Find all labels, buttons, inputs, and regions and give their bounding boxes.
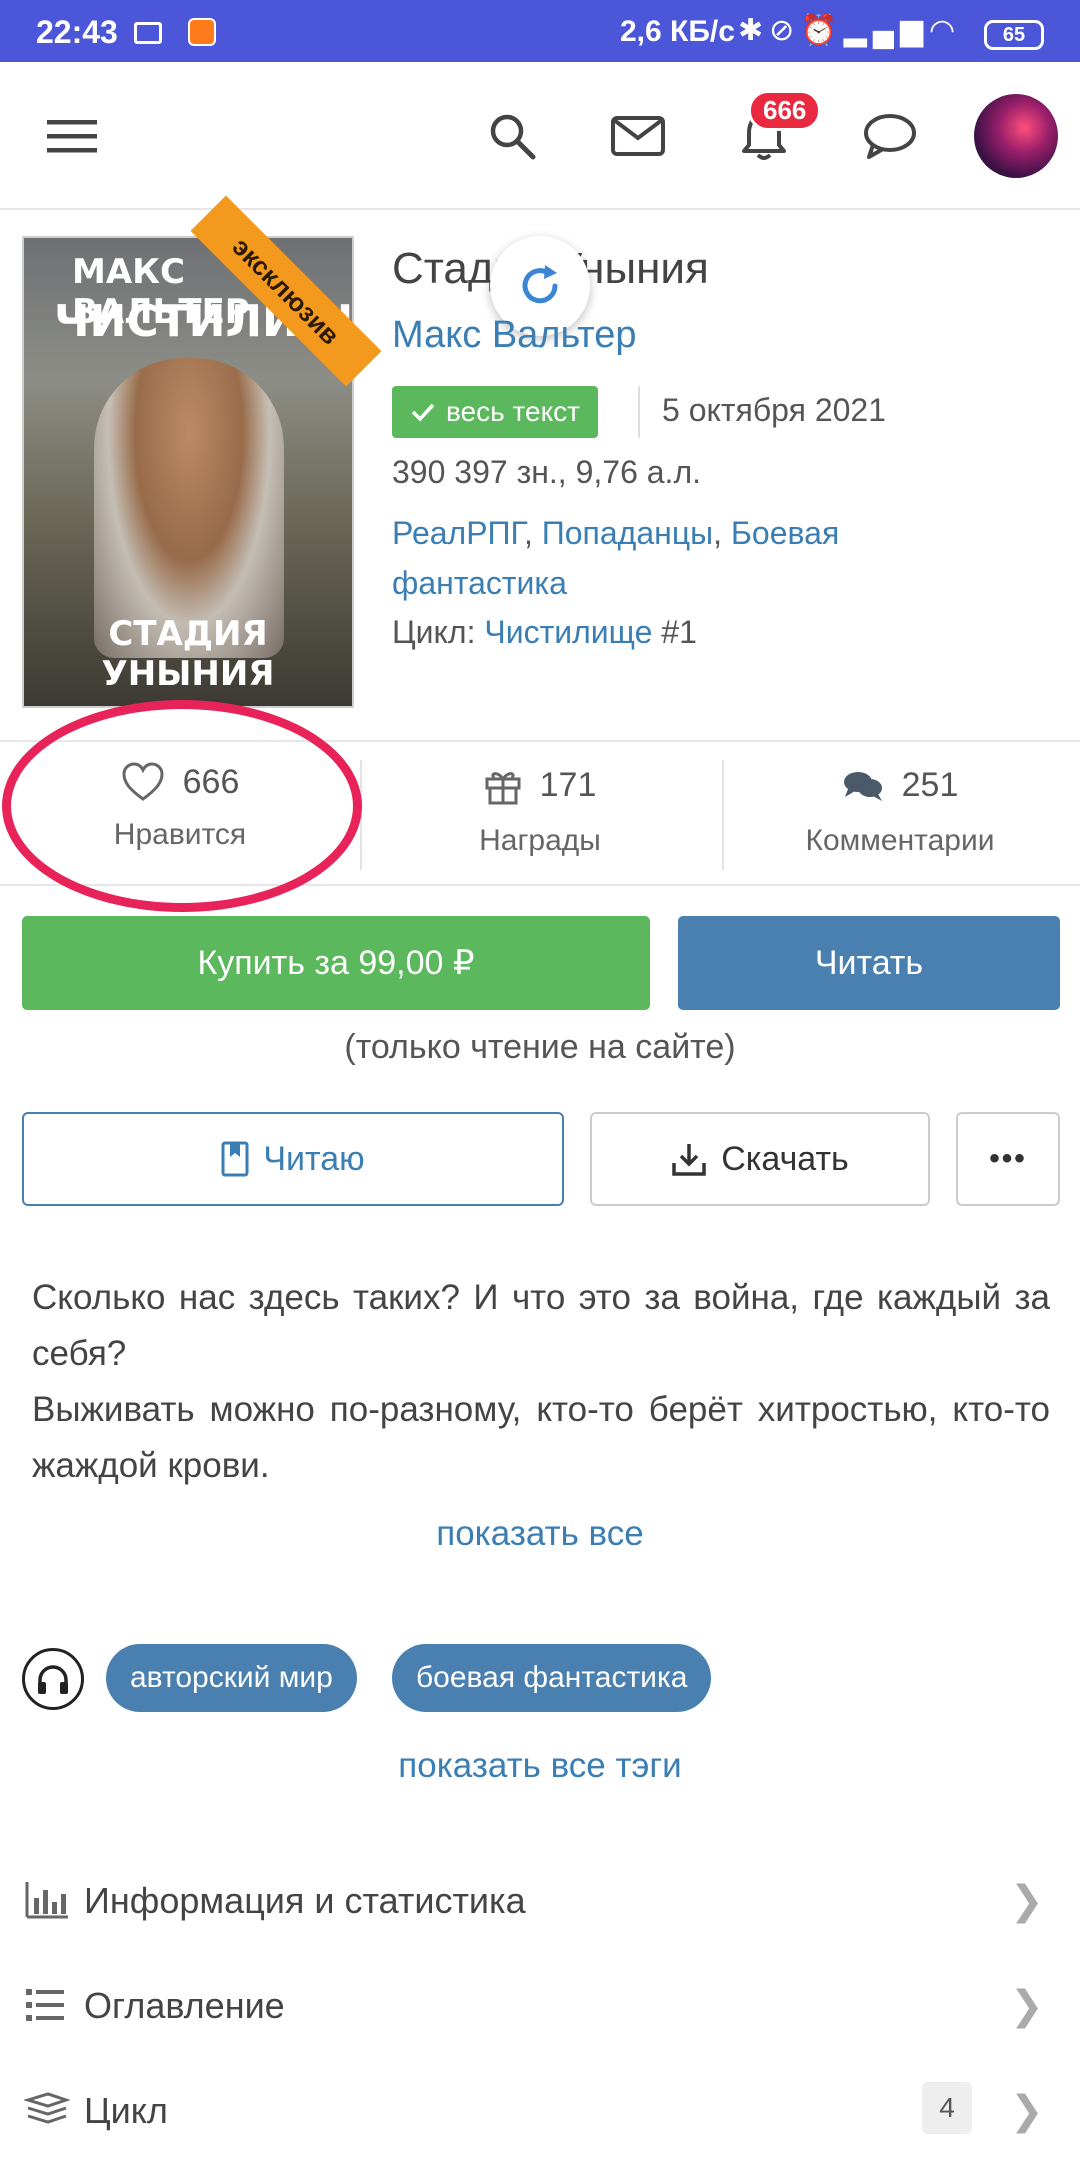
awards-label: Награды <box>479 824 601 857</box>
genre-link[interactable]: Попаданцы <box>542 515 713 551</box>
user-avatar[interactable] <box>974 94 1058 178</box>
mail-icon <box>611 116 665 156</box>
network-speed: 2,6 КБ/с <box>620 15 735 48</box>
screen-cast-icon <box>134 22 162 44</box>
download-button[interactable]: Скачать <box>590 1112 930 1206</box>
cycle-number: #1 <box>661 614 697 650</box>
status-time: 22:43 <box>36 14 118 50</box>
highlight-circle <box>2 700 362 912</box>
hamburger-icon <box>47 120 97 153</box>
check-icon <box>411 403 435 422</box>
status-icons: ✱⊘⏰▂▄▆◠ <box>738 13 961 48</box>
menu-button[interactable] <box>32 96 112 176</box>
cycle-row[interactable]: Цикл 4 ❯ <box>0 2060 1080 2160</box>
show-all-link[interactable]: показать все <box>0 1514 1080 1554</box>
cycle-row-label: Цикл <box>84 2090 168 2131</box>
awards-count: 171 <box>539 766 597 804</box>
chevron-right-icon: ❯ <box>1010 1879 1044 1923</box>
divider <box>638 386 640 438</box>
books-stack-icon <box>24 2092 70 2124</box>
headphones-icon <box>38 1665 68 1694</box>
cover-subtitle-text: СТАДИЯ УНЫНИЯ <box>101 614 275 694</box>
contents-row[interactable]: Оглавление ❯ <box>0 1955 1080 2055</box>
cover-illustration <box>94 358 284 658</box>
full-text-tag: весь текст <box>392 386 598 438</box>
comments-label: Комментарии <box>805 824 995 857</box>
comments-count: 251 <box>901 766 959 804</box>
wifi-icon: ◠ <box>929 14 962 47</box>
list-icon <box>26 1989 64 2021</box>
awards-stat[interactable]: 171 Награды <box>360 742 720 888</box>
contents-label: Оглавление <box>84 1985 285 2026</box>
more-options-button[interactable]: ••• <box>956 1112 1060 1206</box>
read-button[interactable]: Читать <box>678 916 1060 1010</box>
genre-link[interactable]: РеалРПГ <box>392 515 524 551</box>
comments-stat[interactable]: 251 Комментарии <box>720 742 1080 888</box>
book-annotation: Сколько нас здесь таких? И что это за во… <box>32 1270 1050 1494</box>
publish-date: 5 октября 2021 <box>662 392 886 428</box>
tag-chip[interactable]: боевая фантастика <box>392 1644 712 1712</box>
refresh-icon <box>522 265 558 304</box>
genres-list: РеалРПГ, Попаданцы, Боевая фантастика <box>392 515 840 601</box>
silent-icon: ⊘ <box>769 14 801 47</box>
cycle-info: Цикл: Чистилище #1 <box>392 614 697 651</box>
battery-indicator: 65 <box>984 20 1044 50</box>
bluetooth-icon: ✱ <box>738 14 770 47</box>
reading-button[interactable]: Читаю <box>22 1112 564 1206</box>
app-notification-icon <box>188 18 216 46</box>
notifications-badge: 666 <box>748 90 822 131</box>
download-icon <box>672 1144 706 1176</box>
annotation-paragraph: Сколько нас здесь таких? И что это за во… <box>32 1278 1050 1373</box>
gift-icon <box>485 771 521 804</box>
tag-chip[interactable]: авторский мир <box>106 1644 357 1712</box>
author-link[interactable]: Макс Вальтер <box>392 314 637 357</box>
alarm-icon: ⏰ <box>800 14 844 47</box>
cycle-count-badge: 4 <box>922 2082 972 2134</box>
bar-chart-icon <box>25 1882 68 1919</box>
chat-bubble-icon <box>864 114 916 159</box>
full-text-label: весь текст <box>446 396 580 427</box>
cycle-label: Цикл: <box>392 614 476 650</box>
signal-icon: ▂▄▆ <box>843 14 930 47</box>
annotation-paragraph: Выживать можно по-разному, кто-то берёт … <box>32 1390 1050 1485</box>
download-label: Скачать <box>721 1139 849 1178</box>
info-stats-row[interactable]: Информация и статистика ❯ <box>0 1850 1080 1950</box>
book-size: 390 397 зн., 9,76 а.л. <box>392 454 701 490</box>
search-button[interactable] <box>472 96 552 176</box>
reading-label: Читаю <box>263 1139 365 1178</box>
bookmark-book-icon <box>221 1141 249 1177</box>
top-app-bar: 666 <box>0 62 1080 210</box>
status-bar: 22:43 2,6 КБ/с ✱⊘⏰▂▄▆◠ 65 <box>0 0 1080 62</box>
chat-button[interactable] <box>850 96 930 176</box>
messages-button[interactable] <box>598 96 678 176</box>
chevron-right-icon: ❯ <box>1010 1984 1044 2028</box>
reading-note: (только чтение на сайте) <box>344 1028 736 1066</box>
buy-button[interactable]: Купить за 99,00 ₽ <box>22 916 650 1010</box>
audiobook-button[interactable] <box>22 1648 84 1710</box>
comments-icon <box>843 771 882 801</box>
show-all-tags-link[interactable]: показать все тэги <box>0 1746 1080 1786</box>
info-stats-label: Информация и статистика <box>84 1880 526 1921</box>
chevron-right-icon: ❯ <box>1010 2089 1044 2133</box>
search-icon <box>490 114 536 160</box>
cycle-link[interactable]: Чистилище <box>484 614 652 650</box>
